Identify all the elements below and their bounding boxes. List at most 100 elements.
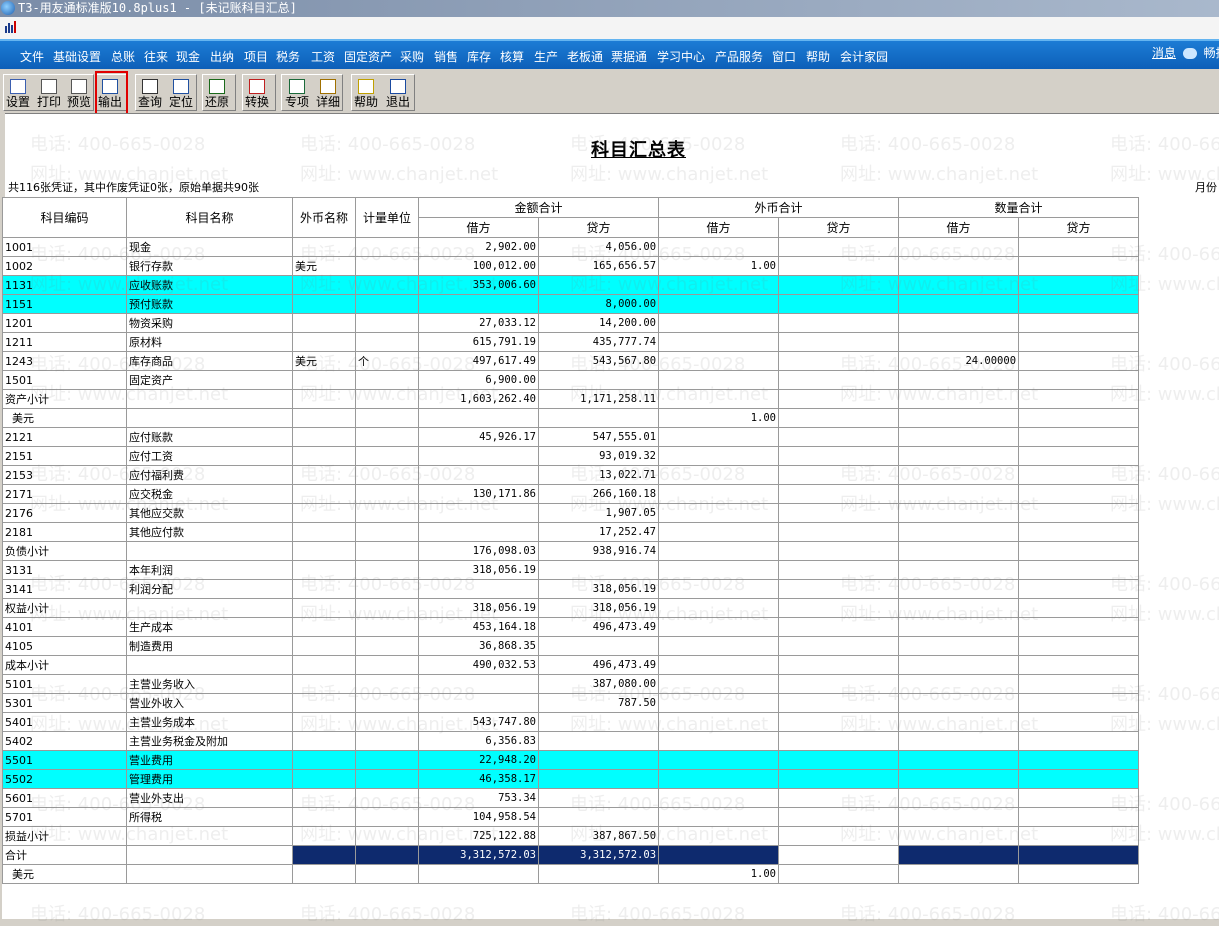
cell-qty-debit[interactable] [898, 408, 1020, 428]
cell-qty-credit[interactable] [1018, 636, 1140, 656]
cell-name[interactable]: 本年利润 [126, 560, 293, 580]
cell-currency[interactable] [292, 674, 356, 694]
cell-qty-debit[interactable] [898, 541, 1020, 561]
cell-currency[interactable] [292, 731, 356, 751]
table-row[interactable]: 资产小计 1,603,262.40 1,171,258.11 [2, 389, 1140, 409]
cell-fx-credit[interactable] [778, 294, 900, 314]
cell-credit[interactable] [537, 408, 660, 428]
cell-qty-credit[interactable] [1018, 864, 1140, 884]
table-row[interactable]: 5502 管理费用 46,358.17 [2, 769, 1140, 789]
cell-fx-credit[interactable] [778, 712, 900, 732]
cell-debit[interactable] [418, 674, 539, 694]
message-area[interactable]: 消息 畅捷 [1152, 44, 1219, 61]
cell-debit[interactable]: 46,358.17 [418, 769, 539, 789]
cell-qty-credit[interactable] [1018, 389, 1140, 409]
cell-qty-credit[interactable] [1018, 275, 1140, 295]
cell-fx-debit[interactable] [658, 617, 780, 637]
cell-debit[interactable] [418, 446, 539, 466]
table-row[interactable]: 美元 1.00 [2, 408, 1140, 428]
cell-unit[interactable] [355, 731, 419, 751]
cell-qty-debit[interactable] [898, 275, 1020, 295]
toolbar-convert-button[interactable]: 转换 [243, 76, 271, 111]
cell-fx-credit[interactable] [778, 503, 900, 523]
cell-credit[interactable]: 165,656.57 [537, 256, 660, 276]
header-currency[interactable]: 外币名称 [292, 197, 356, 238]
cell-debit[interactable]: 725,122.88 [418, 826, 539, 846]
cell-fx-credit[interactable] [778, 370, 900, 390]
cell-qty-debit[interactable] [898, 617, 1020, 637]
cell-credit[interactable]: 387,867.50 [537, 826, 660, 846]
cell-name[interactable]: 物资采购 [126, 313, 293, 333]
cell-fx-debit[interactable] [658, 674, 780, 694]
cell-unit[interactable] [355, 294, 419, 314]
cell-name[interactable]: 制造费用 [126, 636, 293, 656]
cell-qty-debit[interactable] [898, 237, 1020, 257]
summary-grid-area[interactable]: 科目编码 科目名称 外币名称 计量单位 金额合计 外币合计 数量合计 借方 贷方… [2, 197, 1219, 919]
cell-qty-debit[interactable] [898, 332, 1020, 352]
cell-name[interactable] [126, 541, 293, 561]
table-row[interactable]: 1151 预付账款 8,000.00 [2, 294, 1140, 314]
cell-currency[interactable] [292, 313, 356, 333]
menu-item-11[interactable]: 销售 [434, 48, 458, 65]
cell-debit[interactable]: 45,926.17 [418, 427, 539, 447]
cell-code[interactable]: 5401 [2, 712, 127, 732]
table-row[interactable]: 5301 营业外收入 787.50 [2, 693, 1140, 713]
table-row[interactable]: 1211 原材料 615,791.19 435,777.74 [2, 332, 1140, 352]
cell-credit[interactable]: 3,312,572.03 [537, 845, 660, 865]
cell-qty-credit[interactable] [1018, 826, 1140, 846]
cell-code[interactable]: 1211 [2, 332, 127, 352]
cell-code[interactable]: 2151 [2, 446, 127, 466]
cell-qty-credit[interactable] [1018, 845, 1140, 865]
cell-debit[interactable] [418, 408, 539, 428]
cell-credit[interactable] [537, 275, 660, 295]
cell-fx-debit[interactable] [658, 275, 780, 295]
cell-qty-credit[interactable] [1018, 294, 1140, 314]
cell-fx-debit[interactable] [658, 332, 780, 352]
cell-code[interactable]: 5301 [2, 693, 127, 713]
cell-qty-credit[interactable] [1018, 712, 1140, 732]
cell-fx-debit[interactable] [658, 294, 780, 314]
menu-item-12[interactable]: 库存 [467, 48, 491, 65]
cell-unit[interactable] [355, 807, 419, 827]
cell-debit[interactable] [418, 864, 539, 884]
cell-qty-credit[interactable] [1018, 351, 1140, 371]
cell-unit[interactable] [355, 503, 419, 523]
cell-qty-credit[interactable] [1018, 598, 1140, 618]
cell-credit[interactable] [537, 807, 660, 827]
cell-fx-credit[interactable] [778, 636, 900, 656]
cell-unit[interactable] [355, 408, 419, 428]
cell-code[interactable]: 5501 [2, 750, 127, 770]
cell-qty-debit[interactable] [898, 446, 1020, 466]
cell-code[interactable]: 1243 [2, 351, 127, 371]
cell-debit[interactable]: 543,747.80 [418, 712, 539, 732]
cell-code[interactable]: 3131 [2, 560, 127, 580]
cell-code[interactable]: 4101 [2, 617, 127, 637]
header-amount-total[interactable]: 金额合计 [417, 197, 660, 218]
cell-currency[interactable]: 美元 [292, 351, 356, 371]
cell-fx-debit[interactable] [658, 237, 780, 257]
cell-name[interactable]: 银行存款 [126, 256, 293, 276]
cell-name[interactable]: 库存商品 [126, 351, 293, 371]
cell-name[interactable]: 所得税 [126, 807, 293, 827]
toolbar-exit-button[interactable]: 退出 [384, 76, 412, 111]
table-row[interactable]: 2181 其他应付款 17,252.47 [2, 522, 1140, 542]
cell-code[interactable]: 2181 [2, 522, 127, 542]
cell-code[interactable]: 权益小计 [2, 598, 127, 618]
cell-qty-debit[interactable] [898, 655, 1020, 675]
cell-name[interactable]: 原材料 [126, 332, 293, 352]
cell-unit[interactable] [355, 237, 419, 257]
cell-qty-credit[interactable] [1018, 332, 1140, 352]
cell-fx-debit[interactable] [658, 636, 780, 656]
cell-credit[interactable] [537, 750, 660, 770]
cell-fx-credit[interactable] [778, 579, 900, 599]
cell-fx-debit[interactable] [658, 826, 780, 846]
cell-credit[interactable]: 17,252.47 [537, 522, 660, 542]
cell-unit[interactable] [355, 579, 419, 599]
cell-debit[interactable]: 22,948.20 [418, 750, 539, 770]
header-fx-debit[interactable]: 借方 [658, 217, 780, 238]
cell-name[interactable]: 其他应交款 [126, 503, 293, 523]
cell-credit[interactable] [537, 712, 660, 732]
cell-credit[interactable] [537, 636, 660, 656]
cell-credit[interactable]: 318,056.19 [537, 579, 660, 599]
cell-qty-debit[interactable] [898, 674, 1020, 694]
